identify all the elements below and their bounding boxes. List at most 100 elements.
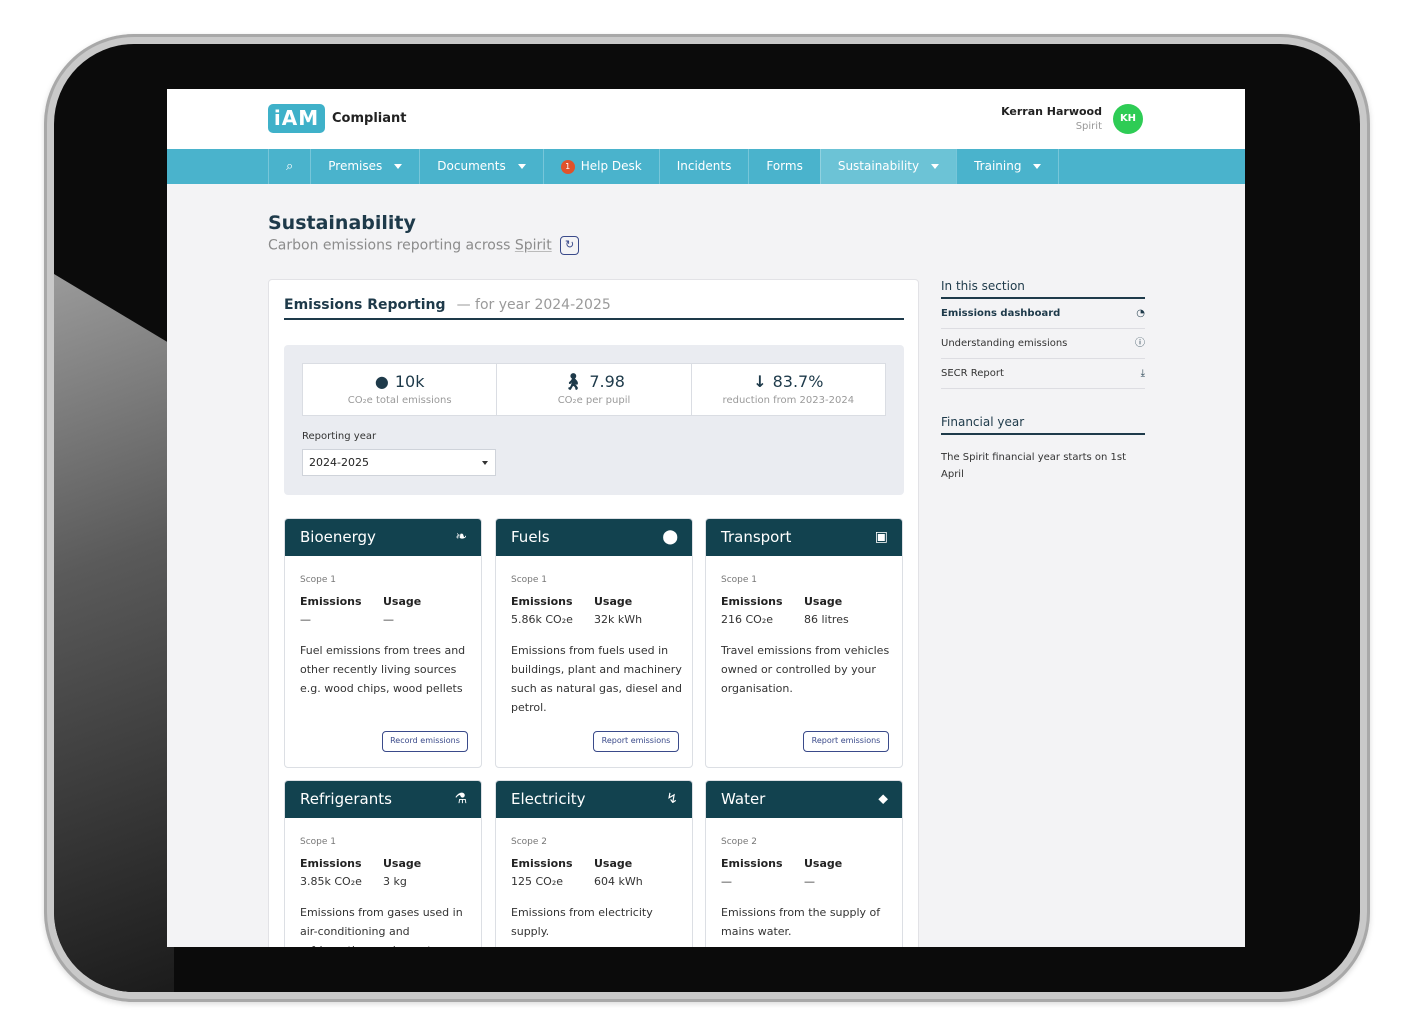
stats-row: ● 10k CO₂e total emissions 🚶︎ 7.98 CO₂e pe… <box>302 363 886 416</box>
stat-total: ● 10k CO₂e total emissions <box>303 364 498 415</box>
sidebar: In this section Emissions dashboard ◔ Un… <box>941 279 1145 483</box>
usage-value: — <box>383 613 394 626</box>
panel-year: — for year 2024-2025 <box>456 297 611 313</box>
stat-per-pupil-value: 7.98 <box>589 372 625 391</box>
card-description: Emissions from electricity supply. <box>511 906 653 938</box>
card-scope: Scope 2 <box>511 837 548 847</box>
info-icon: ⓘ <box>1135 338 1145 349</box>
nav-search[interactable]: ⌕ <box>268 149 310 184</box>
card-water: Water ⬥ Scope 2 Emissions Usage — — Emiss… <box>705 780 903 947</box>
nav-help-desk[interactable]: 1 Help Desk <box>542 149 659 184</box>
dashboard-icon: ◔ <box>1136 308 1145 319</box>
emissions-heading: Emissions <box>721 857 783 870</box>
card-refrigerants: Refrigerants ⚗ Scope 1 Emissions Usage 3.… <box>284 780 482 947</box>
swap-org-icon[interactable]: ↻ <box>560 236 580 255</box>
record-emissions-button[interactable]: Record emissions <box>382 731 468 752</box>
panel-title: Emissions Reporting <box>284 297 446 313</box>
search-icon: ⌕ <box>286 159 294 174</box>
chevron-down-icon <box>1033 164 1042 169</box>
flask-icon: ⚗ <box>454 791 467 807</box>
user-org: Spirit <box>1075 121 1102 132</box>
page-subtitle-prefix: Carbon emissions reporting across <box>268 237 511 254</box>
nav-documents[interactable]: Documents <box>419 149 542 184</box>
sidebar-section-title: In this section <box>941 279 1145 299</box>
usage-value: — <box>804 875 815 888</box>
card-title: Bioenergy <box>300 528 376 546</box>
usage-heading: Usage <box>383 595 422 608</box>
main-nav: ⌕ Premises Documents 1 Help Desk Incident… <box>167 149 1245 184</box>
report-emissions-button[interactable]: Report emissions <box>593 731 679 752</box>
card-fuels: Fuels ⬤ Scope 1 Emissions Usage 5.86k CO₂… <box>495 518 693 768</box>
nav-incidents[interactable]: Incidents <box>658 149 749 184</box>
nav-training[interactable]: Training <box>956 149 1060 184</box>
chevron-down-icon <box>517 164 526 169</box>
card-title: Fuels <box>511 528 550 546</box>
nav-forms[interactable]: Forms <box>748 149 819 184</box>
card-header: Water ⬥ <box>706 781 902 818</box>
emissions-heading: Emissions <box>721 595 783 608</box>
card-title: Transport <box>721 528 792 546</box>
sidebar-item-dashboard[interactable]: Emissions dashboard ◔ <box>941 299 1145 329</box>
sidebar-item-secr-report[interactable]: SECR Report ⤓ <box>941 359 1145 389</box>
card-header: Electricity ↯ <box>496 781 692 818</box>
usage-heading: Usage <box>804 595 843 608</box>
stat-total-label: CO₂e total emissions <box>347 395 452 406</box>
sidebar-item-label: SECR Report <box>941 368 1004 379</box>
card-title: Water <box>721 790 766 808</box>
card-transport: Transport ▣ Scope 1 Emissions Usage 216 C… <box>705 518 903 768</box>
card-scope: Scope 1 <box>300 575 337 585</box>
org-link[interactable]: Spirit <box>515 238 552 254</box>
globe-icon: ● <box>374 372 389 391</box>
sidebar-item-understanding[interactable]: Understanding emissions ⓘ <box>941 329 1145 359</box>
app-screen: iAM Compliant Kerran Harwood Spirit KH ⌕… <box>167 89 1245 947</box>
usage-value: 604 kWh <box>594 875 643 888</box>
emissions-heading: Emissions <box>511 595 573 608</box>
pupil-icon: 🚶︎ <box>563 372 584 391</box>
stat-reduction-value: 83.7% <box>772 372 824 391</box>
nav-premises-label: Premises <box>328 159 383 173</box>
bolt-icon: ↯ <box>666 791 678 807</box>
nav-sustainability[interactable]: Sustainability <box>819 149 957 184</box>
card-scope: Scope 2 <box>721 837 758 847</box>
emissions-value: 125 CO₂e <box>511 875 564 888</box>
nav-premises[interactable]: Premises <box>310 149 419 184</box>
financial-year-title: Financial year <box>941 415 1145 435</box>
financial-year-text: The Spirit financial year starts on 1st … <box>941 452 1126 480</box>
card-title: Electricity <box>511 790 586 808</box>
usage-heading: Usage <box>383 857 422 870</box>
sidebar-item-label: Emissions dashboard <box>941 308 1061 319</box>
reporting-year-select[interactable]: 2024-2025 <box>302 449 496 476</box>
card-header: Bioenergy ❧ <box>285 519 481 556</box>
stats-box: ● 10k CO₂e total emissions 🚶︎ 7.98 CO₂e pe… <box>284 345 904 495</box>
reporting-year-value: 2024-2025 <box>309 456 369 469</box>
chevron-down-icon <box>931 164 940 169</box>
bus-icon: ▣ <box>874 529 888 545</box>
card-title: Refrigerants <box>300 790 392 808</box>
emissions-value: — <box>300 613 311 626</box>
user-name[interactable]: Kerran Harwood <box>1001 105 1102 118</box>
card-scope: Scope 1 <box>511 575 548 585</box>
page-subtitle: Carbon emissions reporting across Spirit… <box>268 236 580 255</box>
notification-badge: 1 <box>560 159 575 174</box>
card-description: Fuel emissions from trees and other rece… <box>300 644 466 695</box>
app-logo[interactable]: iAM <box>268 104 325 133</box>
card-description: Emissions from the supply of mains water… <box>721 906 881 938</box>
report-emissions-button[interactable]: Report emissions <box>803 731 889 752</box>
screen-glare <box>54 274 174 992</box>
page-title: Sustainability <box>268 212 416 234</box>
emissions-heading: Emissions <box>300 857 362 870</box>
nav-forms-label: Forms <box>766 159 803 173</box>
chevron-down-icon <box>482 461 488 465</box>
emissions-value: — <box>721 875 732 888</box>
card-description: Travel emissions from vehicles owned or … <box>721 644 890 695</box>
stat-total-value: 10k <box>394 372 425 391</box>
card-description: Emissions from gases used in air-conditi… <box>300 906 463 947</box>
avatar[interactable]: KH <box>1113 104 1143 134</box>
nav-sustainability-label: Sustainability <box>837 159 920 173</box>
nav-training-label: Training <box>974 159 1022 173</box>
card-scope: Scope 1 <box>300 837 337 847</box>
reporting-year-label: Reporting year <box>302 431 377 442</box>
usage-value: 32k kWh <box>594 613 643 626</box>
stat-reduction: ↓ 83.7% reduction from 2023-2024 <box>692 364 885 415</box>
nav-incidents-label: Incidents <box>676 159 732 173</box>
